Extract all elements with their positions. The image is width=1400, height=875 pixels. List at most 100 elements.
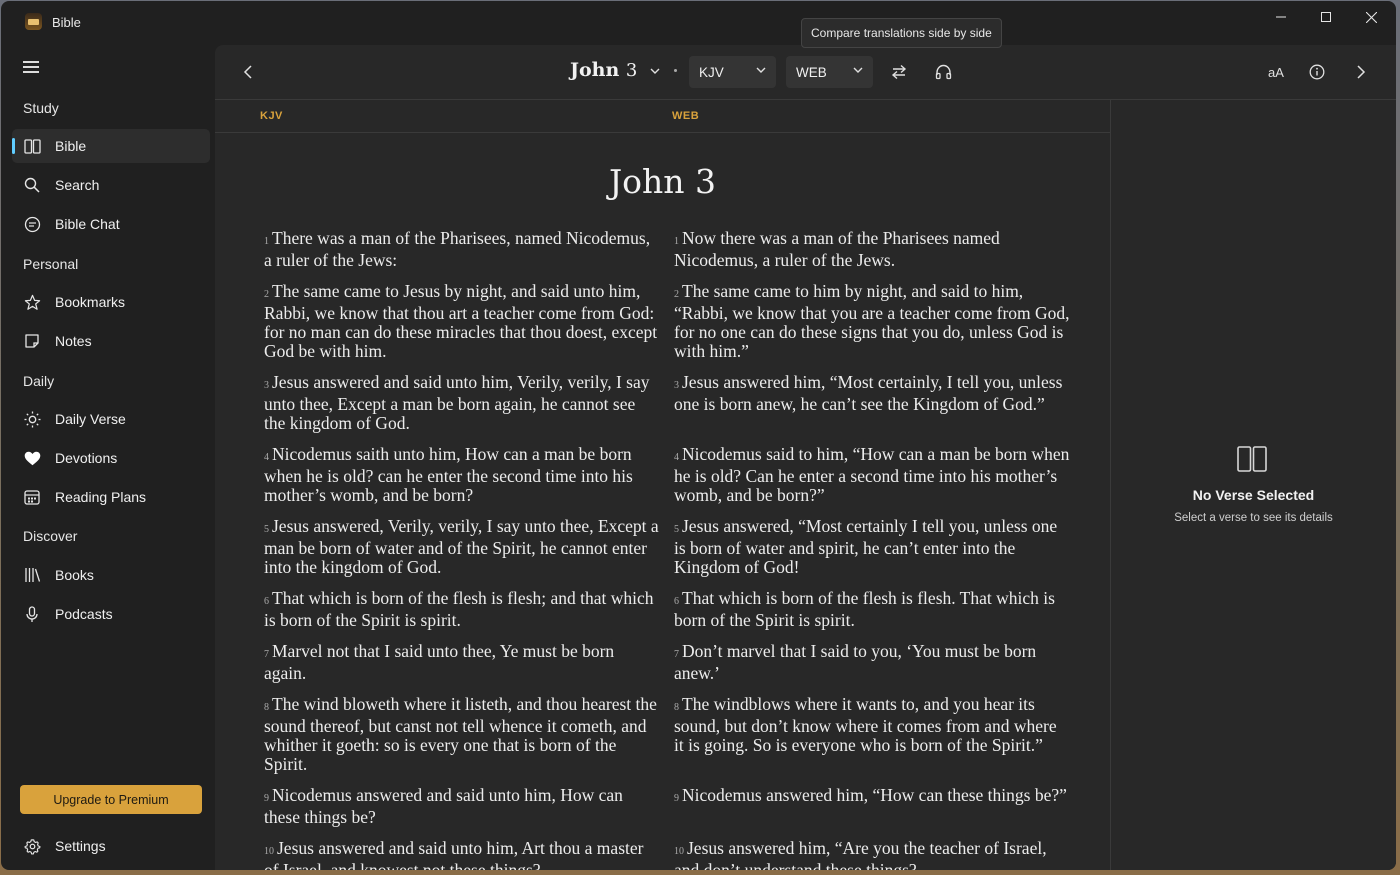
- minimize-button[interactable]: [1258, 1, 1304, 33]
- hamburger-line: [23, 66, 39, 68]
- verse-number: 6: [264, 596, 269, 607]
- calendar-icon: [23, 488, 41, 506]
- sidebar-item-label: Podcasts: [55, 606, 113, 622]
- column-label-left: KJV: [260, 110, 283, 122]
- sidebar-item-settings[interactable]: Settings: [12, 829, 210, 863]
- chevron-down-icon: [853, 67, 863, 73]
- sidebar-item-devotions[interactable]: Devotions: [12, 441, 210, 475]
- verse-kjv-7[interactable]: 7 Marvel not that I said unto thee, Ye mu…: [264, 642, 660, 683]
- verse-kjv-1[interactable]: 1 There was a man of the Pharisees, named…: [264, 229, 660, 270]
- note-icon: [23, 332, 41, 350]
- verse-number: 6: [674, 596, 679, 607]
- close-button[interactable]: [1348, 1, 1394, 33]
- primary-translation-dropdown[interactable]: KJV: [689, 56, 776, 88]
- empty-state-title: No Verse Selected: [1192, 487, 1315, 503]
- section-daily: Daily: [23, 373, 55, 389]
- verse-kjv-2[interactable]: 2 The same came to Jesus by night, and sa…: [264, 282, 660, 361]
- verse-web-7[interactable]: 7 Don’t marvel that I said to you, ‘You m…: [674, 642, 1070, 683]
- font-size-button[interactable]: aA: [1264, 62, 1288, 82]
- verse-kjv-9[interactable]: 9 Nicodemus answered and said unto him, H…: [264, 786, 660, 827]
- verse-text: That which is born of the flesh is flesh…: [674, 588, 1055, 630]
- sidebar-item-search[interactable]: Search: [12, 168, 210, 202]
- verse-number: 4: [264, 452, 269, 463]
- sidebar: Study Bible Search Bible Chat Personal B: [1, 45, 215, 870]
- sun-icon: [23, 410, 41, 428]
- verse-kjv-5[interactable]: 5 Jesus answered, Verily, verily, I say u…: [264, 517, 660, 577]
- sidebar-item-bible[interactable]: Bible: [12, 129, 210, 163]
- sidebar-item-books[interactable]: Books: [12, 558, 210, 592]
- verse-web-5[interactable]: 5 Jesus answered, “Most certainly I tell …: [674, 517, 1070, 577]
- book-open-icon: [23, 137, 41, 155]
- menu-toggle-button[interactable]: [23, 61, 39, 73]
- verse-number: 4: [674, 452, 679, 463]
- info-button[interactable]: [1307, 62, 1327, 82]
- reader-toolbar: John 3 KJV WEB aA: [215, 45, 1396, 100]
- verse-number: 7: [264, 649, 269, 660]
- separator-dot: [674, 69, 677, 72]
- main-content: John 3 KJV WEB aA Compare translations s…: [215, 18, 1396, 871]
- verse-web-2[interactable]: 2 The same came to him by night, and said…: [674, 282, 1070, 361]
- previous-chapter-button[interactable]: [238, 62, 258, 82]
- verse-kjv-8[interactable]: 8 The wind bloweth where it listeth, and …: [264, 695, 660, 774]
- chapter-selector[interactable]: John 3: [570, 59, 660, 81]
- verse-number: 3: [264, 380, 269, 391]
- verse-number: 1: [264, 236, 269, 247]
- minimize-icon: [1276, 16, 1286, 18]
- sidebar-item-podcasts[interactable]: Podcasts: [12, 597, 210, 631]
- search-icon: [23, 176, 41, 194]
- sidebar-item-label: Books: [55, 567, 94, 583]
- verse-web-8[interactable]: 8 The windblows where it wants to, and yo…: [674, 695, 1070, 755]
- section-discover: Discover: [23, 528, 78, 544]
- verse-number: 8: [674, 702, 679, 713]
- gear-icon: [23, 837, 41, 855]
- verse-number: 10: [674, 846, 684, 857]
- hamburger-line: [23, 71, 39, 73]
- verse-web-4[interactable]: 4 Nicodemus said to him, “How can a man b…: [674, 445, 1070, 505]
- maximize-button[interactable]: [1303, 1, 1349, 33]
- sidebar-item-label: Settings: [55, 838, 106, 854]
- verse-number: 2: [264, 289, 269, 300]
- compare-translations-button[interactable]: [889, 62, 909, 82]
- headphones-icon: [935, 64, 951, 80]
- chapter-heading: John 3: [608, 162, 717, 201]
- sidebar-item-daily-verse[interactable]: Daily Verse: [12, 402, 210, 436]
- sidebar-item-reading-plans[interactable]: Reading Plans: [12, 480, 210, 514]
- verse-text: Nicodemus saith unto him, How can a man …: [264, 444, 633, 505]
- app-logo-icon: [25, 13, 42, 30]
- verse-text: Now there was a man of the Pharisees nam…: [674, 228, 1000, 270]
- verse-number: 5: [674, 524, 679, 535]
- verse-text: The same came to him by night, and said …: [674, 281, 1070, 361]
- verse-kjv-6[interactable]: 6 That which is born of the flesh is fles…: [264, 589, 660, 630]
- verse-kjv-10[interactable]: 10 Jesus answered and said unto him, Art …: [264, 839, 660, 871]
- sidebar-item-bookmarks[interactable]: Bookmarks: [12, 285, 210, 319]
- sidebar-item-label: Notes: [55, 333, 92, 349]
- section-study: Study: [23, 100, 59, 116]
- verse-kjv-4[interactable]: 4 Nicodemus saith unto him, How can a man…: [264, 445, 660, 505]
- verse-web-10[interactable]: 10 Jesus answered him, “Are you the teach…: [674, 839, 1070, 871]
- sidebar-item-label: Bible: [55, 138, 87, 154]
- sidebar-item-notes[interactable]: Notes: [12, 324, 210, 358]
- hamburger-icon: [23, 61, 39, 63]
- verse-kjv-3[interactable]: 3 Jesus answered and said unto him, Veril…: [264, 373, 660, 433]
- sidebar-item-bible-chat[interactable]: Bible Chat: [12, 207, 210, 241]
- verse-text: Jesus answered, Verily, verily, I say un…: [264, 516, 659, 577]
- app-window: Bible Study Bible Search Bible Chat Pers…: [1, 1, 1396, 870]
- section-personal: Personal: [23, 256, 79, 272]
- chat-icon: [23, 215, 41, 233]
- verse-text: The wind bloweth where it listeth, and t…: [264, 694, 657, 774]
- verse-number: 1: [674, 236, 679, 247]
- audio-button[interactable]: [933, 62, 953, 82]
- chevron-down-icon: [650, 68, 660, 74]
- verse-text: Marvel not that I said unto thee, Ye mus…: [264, 641, 615, 683]
- verse-web-3[interactable]: 3 Jesus answered him, “Most certainly, I …: [674, 373, 1070, 414]
- upgrade-premium-button[interactable]: Upgrade to Premium: [20, 785, 202, 814]
- secondary-translation-dropdown[interactable]: WEB: [786, 56, 873, 88]
- title-bar: Bible: [1, 1, 1396, 45]
- verse-text: The windblows where it wants to, and you…: [674, 694, 1057, 755]
- verse-details-panel: No Verse Selected Select a verse to see …: [1111, 100, 1396, 870]
- next-chapter-button[interactable]: [1351, 62, 1371, 82]
- verse-text: Jesus answered, “Most certainly I tell y…: [674, 516, 1058, 577]
- verse-web-6[interactable]: 6 That which is born of the flesh is fles…: [674, 589, 1070, 630]
- verse-web-1[interactable]: 1 Now there was a man of the Pharisees na…: [674, 229, 1070, 270]
- verse-web-9[interactable]: 9 Nicodemus answered him, “How can these …: [674, 786, 1070, 808]
